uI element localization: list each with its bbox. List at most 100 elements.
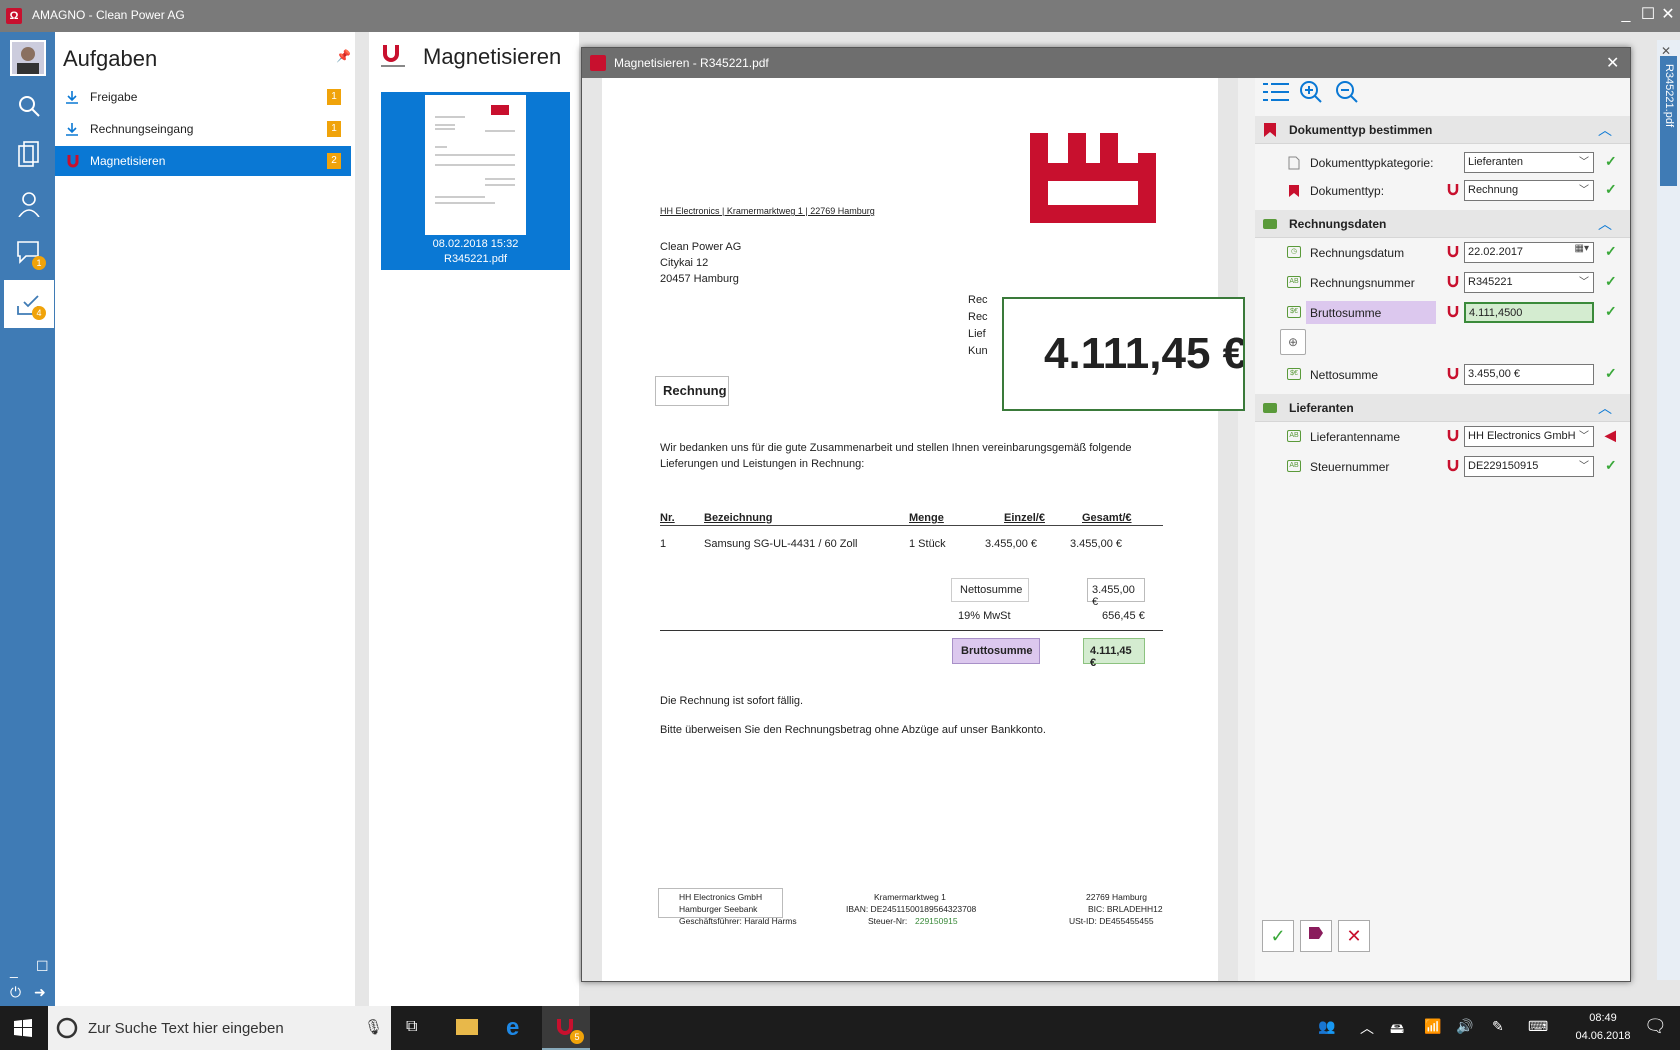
dokumenttypkategorie-select[interactable]: Lieferanten ﹀	[1464, 152, 1594, 173]
magnetize-title: Magnetisieren	[423, 44, 562, 69]
task-item-magnetisieren[interactable]: Magnetisieren 2	[55, 146, 351, 176]
footer-left: HH Electronics GmbH	[679, 892, 763, 902]
steuernummer-select[interactable]: DE229150915 ﹀	[1464, 456, 1594, 477]
bookmark-icon	[1264, 123, 1276, 137]
microphone-icon[interactable]: 🎙	[364, 1018, 383, 1036]
task-count: 1	[327, 89, 341, 105]
zoom-out-icon[interactable]	[1333, 78, 1359, 106]
chevron-down-icon: ﹀	[1579, 461, 1589, 472]
task-label: Magnetisieren	[90, 154, 166, 168]
nettosumme-input[interactable]: 3.455,00 €	[1464, 364, 1594, 385]
footer-tax: 229150915	[915, 916, 958, 926]
cell-gesamt: 3.455,00 €	[1070, 538, 1122, 550]
task-item-freigabe[interactable]: Freigabe 1	[55, 82, 351, 112]
task-item-rechnungseingang[interactable]: Rechnungseingang 1	[55, 114, 351, 144]
wifi-icon[interactable]: 📶	[1424, 1018, 1441, 1035]
chat-badge: 1	[32, 256, 46, 270]
field-label: Steuernummer	[1310, 460, 1390, 474]
field-value: 3.455,00 €	[1468, 368, 1520, 380]
field-value: DE229150915	[1468, 460, 1539, 472]
device-icon[interactable]: 🖴	[1390, 1018, 1404, 1042]
pane-divider[interactable]	[355, 32, 369, 1006]
magnet-icon[interactable]	[1445, 244, 1461, 260]
maximize-icon[interactable]: ☐	[1640, 6, 1656, 24]
window-icon[interactable]: ☐	[36, 958, 49, 975]
footer-left: Hamburger Seebank	[679, 904, 758, 914]
dialog-close-icon[interactable]: ✕	[1606, 53, 1619, 73]
user-icon[interactable]	[4, 180, 54, 228]
field-label: Dokumenttypkategorie:	[1310, 156, 1434, 170]
save-tag-button[interactable]	[1300, 920, 1332, 952]
taskbar-search[interactable]: Zur Suche Text hier eingeben 🎙	[48, 1006, 391, 1050]
edge-browser-icon[interactable]: e	[506, 1014, 519, 1042]
due-text: Die Rechnung ist sofort fällig.	[660, 695, 804, 707]
clock-time[interactable]: 08:49	[1578, 1012, 1628, 1024]
rechnungsnummer-input[interactable]: R345221 ﹀	[1464, 272, 1594, 293]
file-explorer-icon[interactable]	[456, 1019, 478, 1035]
collapse-caret-icon[interactable]: ︿	[1598, 120, 1612, 140]
col-header-gesamt: Gesamt/€	[1082, 512, 1132, 524]
calendar-icon[interactable]: ▦▾	[1575, 243, 1589, 254]
cell-bezeichnung: Samsung SG-UL-4431 / 60 Zoll	[704, 538, 858, 550]
cell-nr: 1	[660, 538, 667, 550]
collapse-caret-icon[interactable]: ︿	[1598, 214, 1612, 234]
chevron-up-icon[interactable]: ︿	[1360, 1018, 1374, 1038]
pen-icon[interactable]: ✎	[1492, 1018, 1504, 1035]
bruttosumme-input[interactable]: 4.111,4500	[1464, 302, 1594, 323]
section-lieferanten[interactable]: Lieferanten ︿	[1255, 394, 1630, 422]
col-header-menge: Menge	[909, 512, 944, 524]
zoom-in-icon[interactable]	[1297, 78, 1323, 106]
cell-einzel: 3.455,00 €	[985, 538, 1037, 550]
thumbnail-filename: R345221.pdf	[444, 253, 507, 265]
avatar[interactable]	[10, 40, 46, 76]
action-center-icon[interactable]: 🗨	[1644, 1016, 1667, 1037]
rechnungsdatum-input[interactable]: 22.02.2017 ▦▾	[1464, 242, 1594, 263]
windows-start-icon[interactable]	[14, 1019, 32, 1037]
tasks-heading: Aufgaben	[63, 46, 158, 71]
task-view-icon[interactable]: ⧉	[406, 1018, 417, 1036]
list-view-icon[interactable]	[1263, 80, 1289, 104]
logout-icon[interactable]: ➜	[34, 984, 46, 1001]
check-icon: ✓	[1605, 457, 1617, 473]
field-label: Rechnungsnummer	[1310, 276, 1415, 290]
check-icon: ✓	[1605, 153, 1617, 169]
magnetize-header: Magnetisieren	[369, 32, 579, 88]
people-icon[interactable]: 👥	[1318, 1018, 1335, 1035]
keyboard-icon[interactable]: ⌨	[1528, 1018, 1548, 1035]
magnet-icon[interactable]	[1445, 274, 1461, 290]
download-icon	[66, 123, 78, 136]
amagno-taskbar-button[interactable]: 5	[542, 1006, 590, 1050]
magnet-icon[interactable]	[1445, 428, 1461, 444]
section-rechnungsdaten[interactable]: Rechnungsdaten ︿	[1255, 210, 1630, 238]
inbox-tasks-icon[interactable]: 4	[4, 280, 54, 328]
collapse-icon[interactable]: _	[10, 962, 18, 978]
section-doctype[interactable]: Dokumenttyp bestimmen ︿	[1255, 116, 1630, 144]
col-header-bezeichnung: Bezeichnung	[704, 512, 773, 524]
document-viewer[interactable]: HH Electronics | Kramermarktweg 1 | 2276…	[582, 78, 1245, 981]
magnet-icon[interactable]	[1445, 182, 1461, 198]
documents-icon[interactable]	[4, 130, 54, 178]
chat-icon[interactable]: 1	[4, 228, 54, 276]
confirm-button[interactable]: ✓	[1262, 920, 1294, 952]
side-tab[interactable]: R345221.pdf	[1660, 56, 1677, 186]
minimize-icon[interactable]: _	[1618, 6, 1634, 24]
magnet-icon[interactable]	[1445, 458, 1461, 474]
netto-label: Nettosumme	[951, 578, 1029, 602]
field-value: 4.111,4500	[1469, 307, 1523, 319]
cancel-button[interactable]: ✕	[1338, 920, 1370, 952]
dokumenttyp-select[interactable]: Rechnung ﹀	[1464, 180, 1594, 201]
magnet-icon[interactable]	[1445, 366, 1461, 382]
document-thumbnail[interactable]: 08.02.2018 15:32 R345221.pdf	[381, 92, 570, 270]
search-icon[interactable]	[4, 82, 54, 130]
document-page: HH Electronics | Kramermarktweg 1 | 2276…	[602, 78, 1218, 981]
add-field-button[interactable]: ⊕	[1280, 329, 1306, 355]
power-icon[interactable]: ⏻	[10, 984, 21, 1001]
magnet-icon[interactable]	[1445, 304, 1461, 320]
volume-icon[interactable]: 🔊	[1456, 1018, 1473, 1035]
clock-date[interactable]: 04.06.2018	[1566, 1030, 1640, 1042]
pin-icon[interactable]: 📌	[336, 49, 351, 63]
lieferantenname-select[interactable]: HH Electronics GmbH ﹀	[1464, 426, 1594, 447]
field-dokumenttypkategorie: Dokumenttypkategorie: Lieferanten ﹀ ✓	[1255, 148, 1630, 178]
collapse-caret-icon[interactable]: ︿	[1598, 398, 1612, 418]
close-icon[interactable]: ✕	[1660, 6, 1676, 24]
